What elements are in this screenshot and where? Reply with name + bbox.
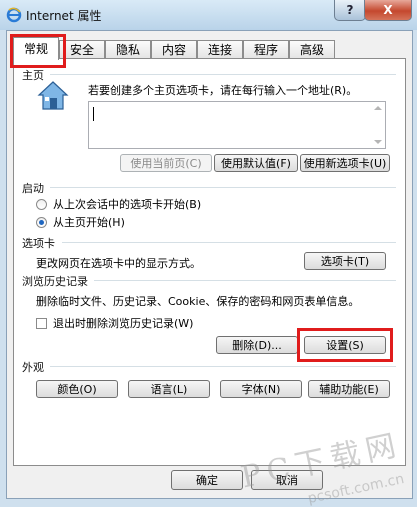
radio-button[interactable]	[36, 198, 47, 210]
home-hint: 若要创建多个主页选项卡，请在每行输入一个地址(R)。	[88, 84, 358, 97]
startup-option-home-page[interactable]: 从主页开始(H)	[36, 214, 125, 230]
history-section-label: 浏览历史记录	[22, 275, 88, 288]
home-page-url-input[interactable]	[88, 101, 386, 149]
divider	[50, 74, 396, 75]
tab-connections[interactable]: 连接	[197, 40, 243, 59]
text-caret	[93, 107, 94, 121]
divider	[94, 280, 396, 281]
close-button[interactable]: X	[364, 0, 412, 21]
use-current-button[interactable]: 使用当前页(C)	[120, 154, 212, 172]
delete-history-button[interactable]: 删除(D)...	[216, 336, 298, 354]
cancel-button[interactable]: 取消	[251, 470, 323, 490]
startup-option-last-session-label: 从上次会话中的选项卡开始(B)	[53, 198, 202, 211]
scroll-up-arrow-icon[interactable]	[374, 106, 382, 110]
use-default-button[interactable]: 使用默认值(F)	[214, 154, 298, 172]
tab-advanced[interactable]: 高级	[289, 40, 335, 59]
tab-content[interactable]: 内容	[151, 40, 197, 59]
delete-on-exit-checkbox[interactable]	[36, 317, 47, 329]
delete-on-exit-label: 退出时删除浏览历史记录(W)	[53, 317, 194, 330]
use-new-tab-button[interactable]: 使用新选项卡(U)	[300, 154, 390, 172]
scrollbar[interactable]	[371, 102, 385, 148]
startup-option-home-page-label: 从主页开始(H)	[53, 216, 125, 229]
history-settings-button[interactable]: 设置(S)	[304, 336, 386, 354]
help-button[interactable]: ?	[334, 0, 366, 21]
dialog-client: 常规 安全 隐私 内容 连接 程序 高级 主页 若要创建多个主页选项卡，请在每行…	[6, 30, 413, 507]
general-tab-panel: 主页 若要创建多个主页选项卡，请在每行输入一个地址(R)。 使用当前页(C) 使…	[13, 58, 406, 466]
tab-general[interactable]: 常规	[13, 37, 59, 60]
divider	[62, 242, 396, 243]
history-desc: 删除临时文件、历史记录、Cookie、保存的密码和网页表单信息。	[36, 295, 360, 308]
startup-section-label: 启动	[22, 182, 44, 195]
tabs-desc: 更改网页在选项卡中的显示方式。	[36, 257, 201, 270]
home-icon	[37, 81, 69, 110]
tab-security[interactable]: 安全	[59, 40, 105, 59]
startup-option-last-session[interactable]: 从上次会话中的选项卡开始(B)	[36, 196, 201, 212]
divider	[50, 366, 396, 367]
accessibility-button[interactable]: 辅助功能(E)	[308, 380, 390, 398]
tab-programs[interactable]: 程序	[243, 40, 289, 59]
internet-explorer-icon	[6, 7, 22, 23]
languages-button[interactable]: 语言(L)	[128, 380, 210, 398]
tab-privacy[interactable]: 隐私	[105, 40, 151, 59]
delete-on-exit-row[interactable]: 退出时删除浏览历史记录(W)	[36, 315, 193, 331]
divider	[50, 187, 396, 188]
colors-button[interactable]: 颜色(O)	[36, 380, 118, 398]
appearance-section-label: 外观	[22, 361, 44, 374]
radio-button-selected[interactable]	[36, 216, 47, 228]
title-bar: Internet 属性 ? X	[0, 0, 417, 30]
ok-button[interactable]: 确定	[171, 470, 243, 490]
scroll-down-arrow-icon[interactable]	[374, 140, 382, 144]
tabs-section-label: 选项卡	[22, 237, 55, 250]
window-title: Internet 属性	[26, 9, 102, 23]
tabs-settings-button[interactable]: 选项卡(T)	[304, 252, 386, 270]
fonts-button[interactable]: 字体(N)	[220, 380, 302, 398]
